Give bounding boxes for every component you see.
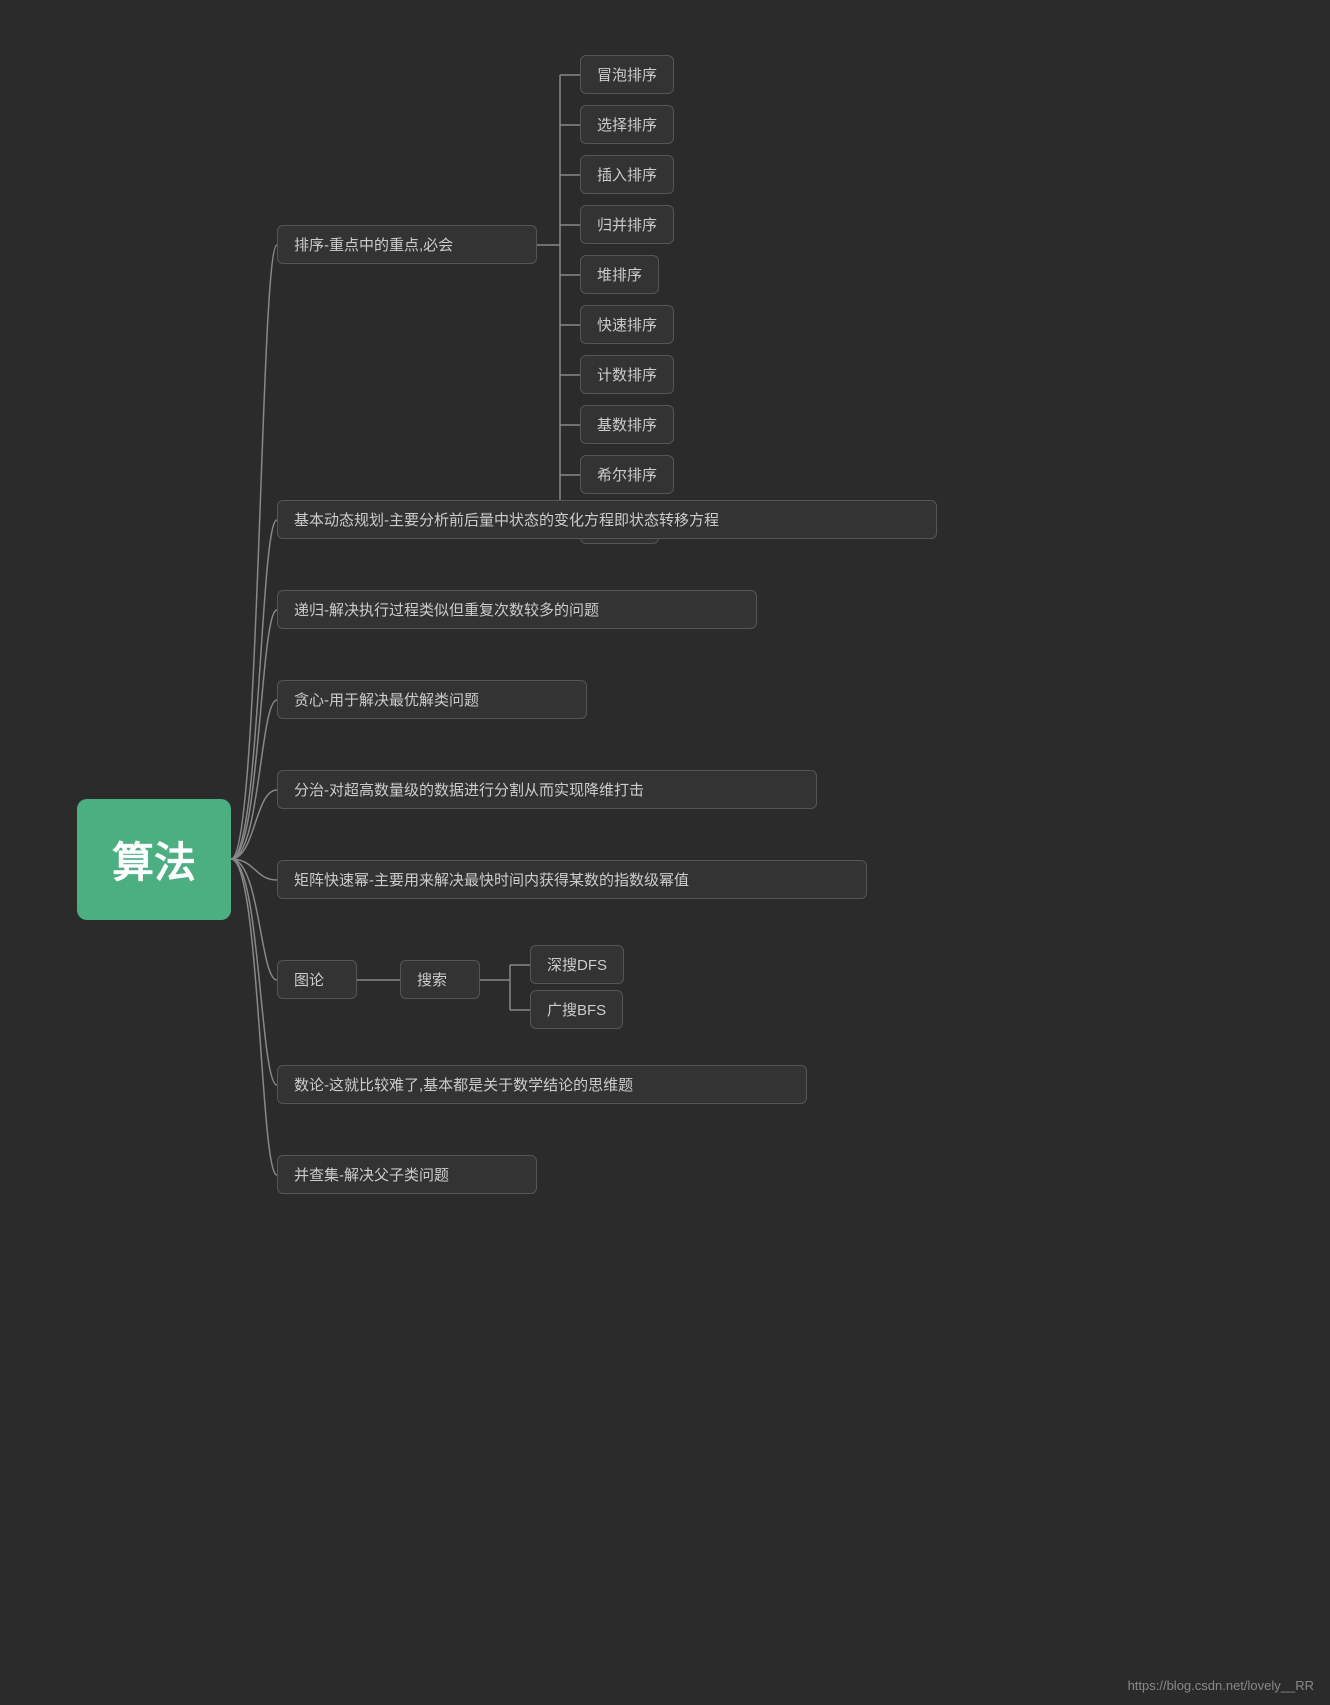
sort-child-7: 计数排序 [580, 355, 674, 394]
watermark: https://blog.csdn.net/lovely__RR [1128, 1678, 1314, 1693]
sort-child-9: 希尔排序 [580, 455, 674, 494]
recursion-node: 递归-解决执行过程类似但重复次数较多的问题 [277, 590, 757, 629]
sort-child-2: 选择排序 [580, 105, 674, 144]
sort-parent-node: 排序-重点中的重点,必会 [277, 225, 537, 264]
graph-parent-node: 图论 [277, 960, 357, 999]
divide-node: 分治-对超高数量级的数据进行分割从而实现降维打击 [277, 770, 817, 809]
sort-child-5: 堆排序 [580, 255, 659, 294]
central-label: 算法 [112, 829, 196, 890]
matrix-node: 矩阵快速幂-主要用来解决最快时间内获得某数的指数级幂值 [277, 860, 867, 899]
number-theory-node: 数论-这就比较难了,基本都是关于数学结论的思维题 [277, 1065, 807, 1104]
greedy-node: 贪心-用于解决最优解类问题 [277, 680, 587, 719]
sort-child-6: 快速排序 [580, 305, 674, 344]
dp-node: 基本动态规划-主要分析前后量中状态的变化方程即状态转移方程 [277, 500, 937, 539]
union-find-node: 并查集-解决父子类问题 [277, 1155, 537, 1194]
mindmap: 算法 排序-重点中的重点,必会 冒泡排序 选择排序 插入排序 归并排序 堆排序 … [0, 0, 1330, 1705]
graph-child-bfs: 广搜BFS [530, 990, 623, 1029]
search-parent-node: 搜索 [400, 960, 480, 999]
sort-child-3: 插入排序 [580, 155, 674, 194]
sort-child-1: 冒泡排序 [580, 55, 674, 94]
central-node: 算法 [77, 799, 231, 920]
sort-child-8: 基数排序 [580, 405, 674, 444]
graph-child-dfs: 深搜DFS [530, 945, 624, 984]
sort-child-4: 归并排序 [580, 205, 674, 244]
